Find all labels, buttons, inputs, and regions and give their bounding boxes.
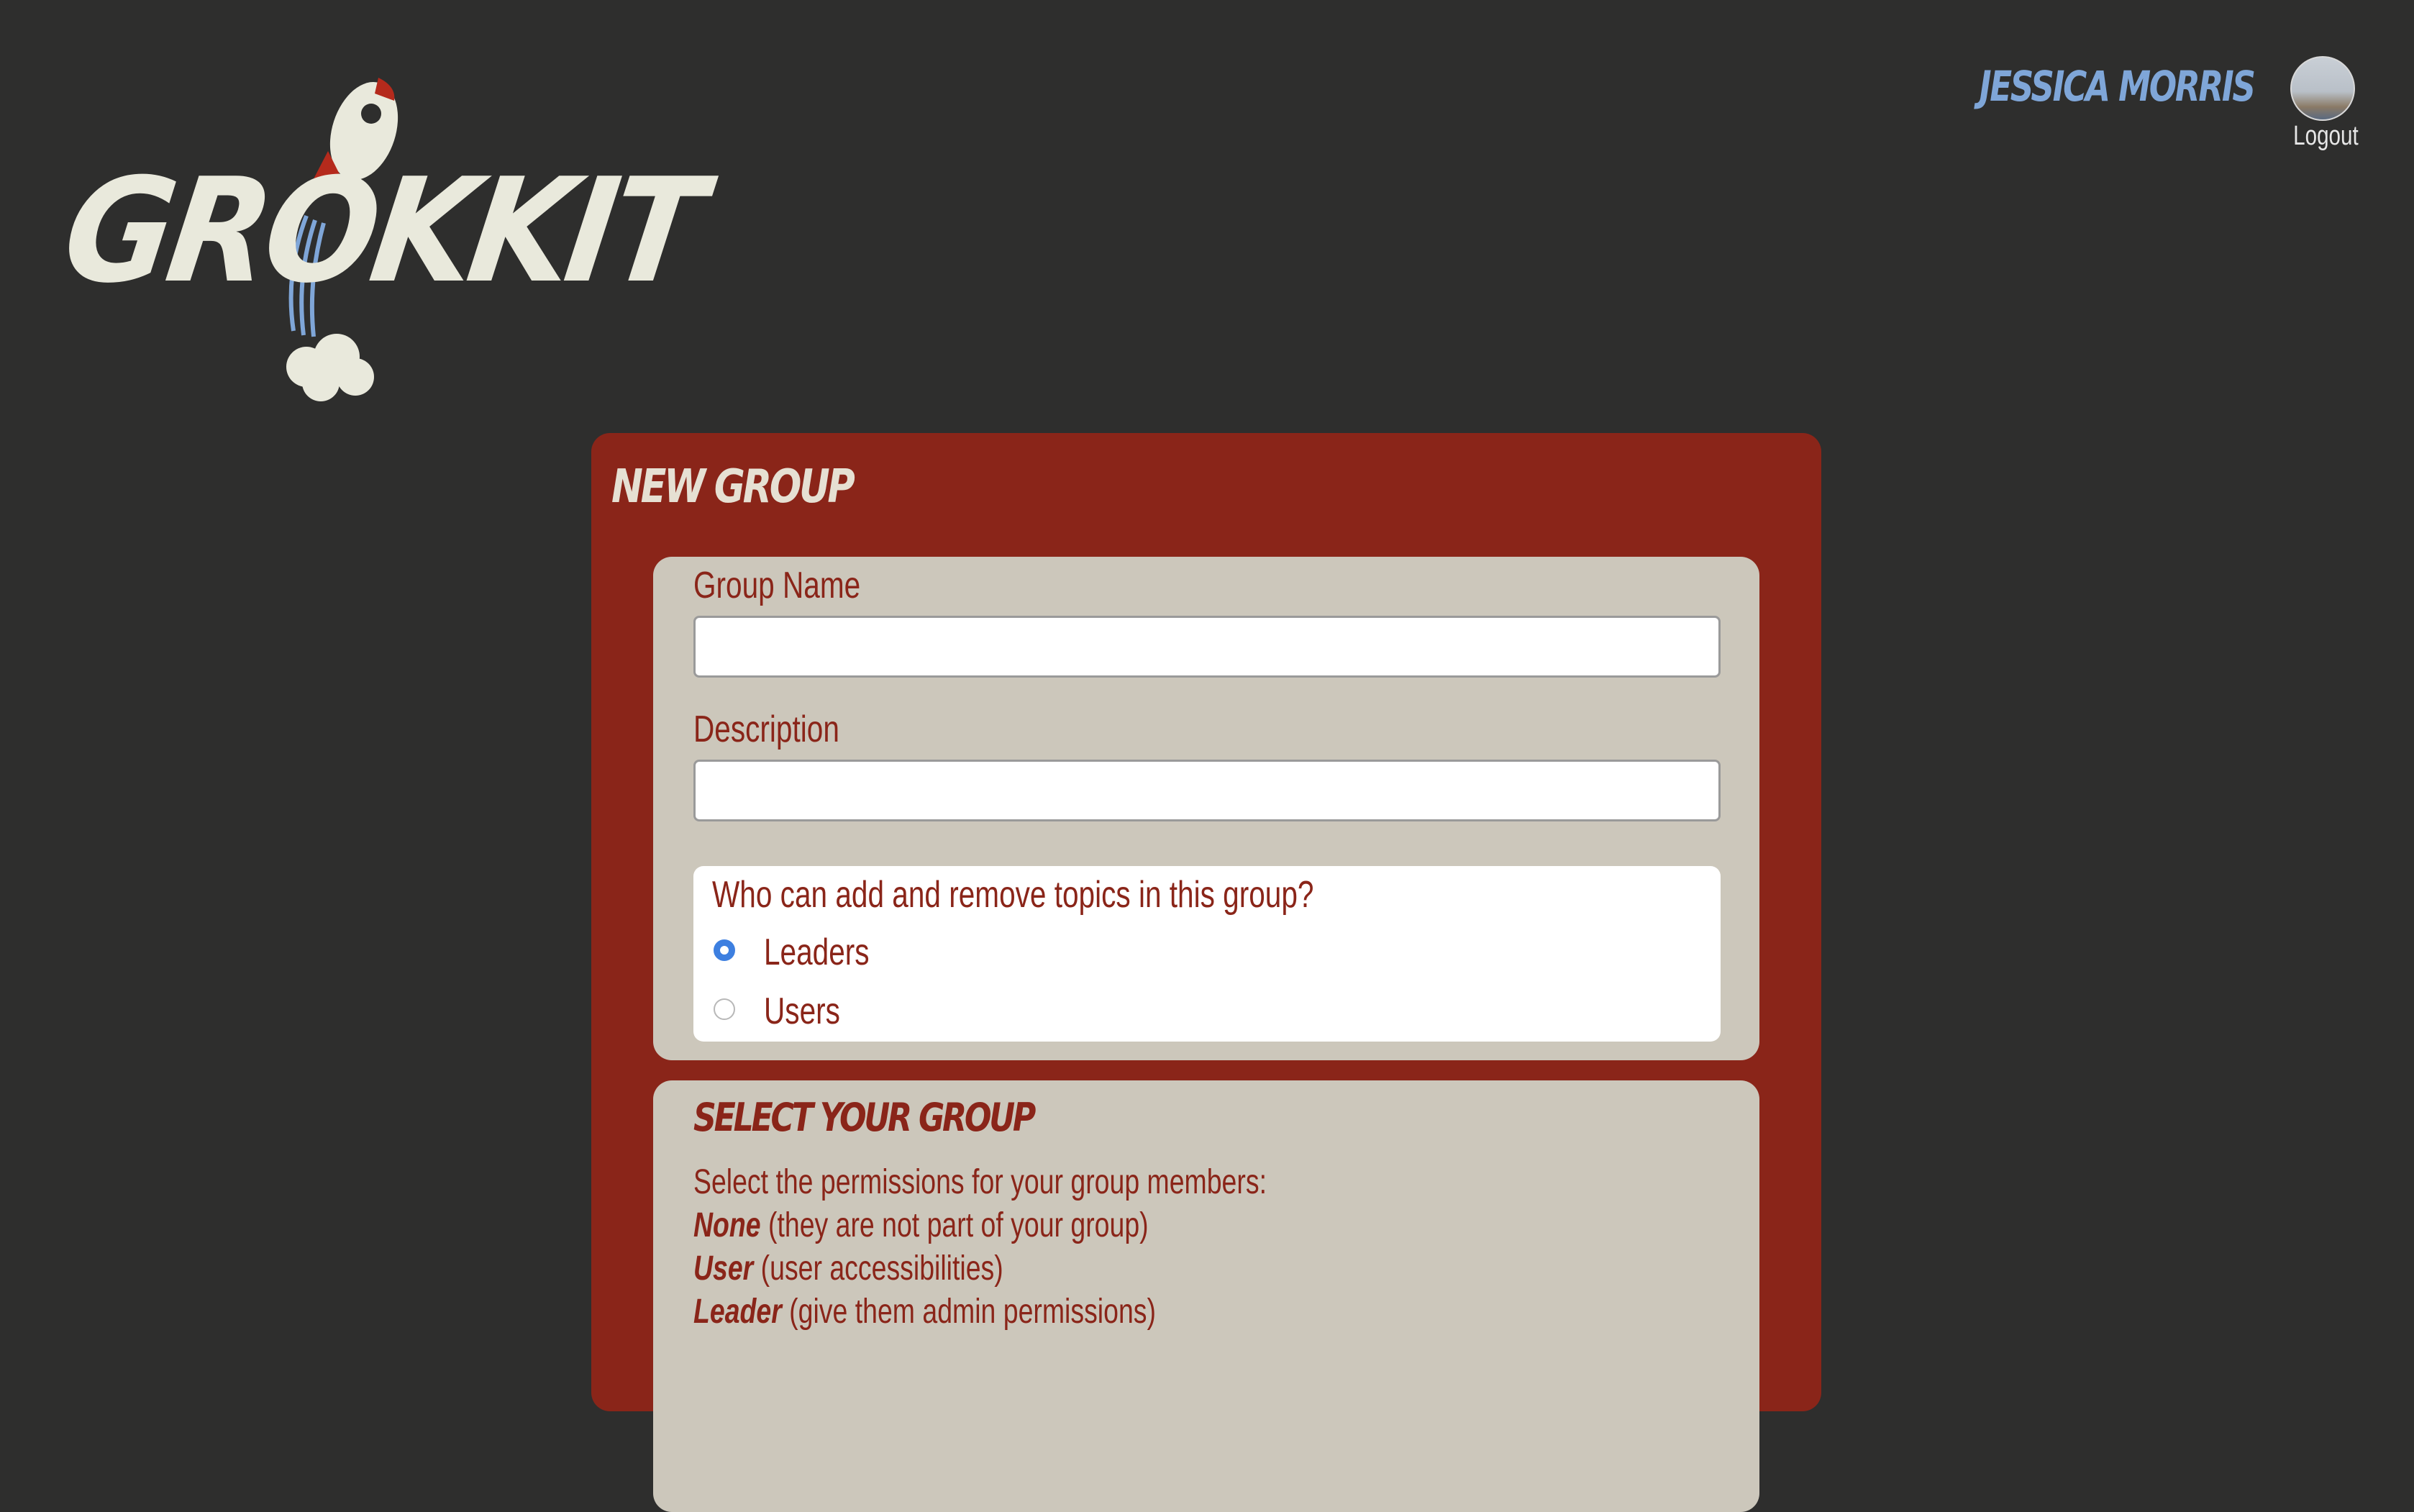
radio-label-users[interactable]: Users (764, 990, 840, 1033)
permission-leader: Leader (give them admin permissions) (693, 1292, 1156, 1331)
logo-text: GROKKIT (54, 147, 709, 315)
topic-permission-group: Who can add and remove topics in this gr… (693, 866, 1721, 1042)
grokkit-logo[interactable]: GROKKIT (55, 72, 709, 403)
avatar[interactable] (2290, 56, 2355, 121)
permission-desc: (user accessibilities) (760, 1249, 1003, 1288)
description-label: Description (693, 709, 839, 750)
group-name-label: Group Name (693, 565, 861, 606)
user-name[interactable]: JESSICA MORRIS (1980, 62, 2256, 111)
description-input[interactable] (693, 760, 1721, 821)
radio-button-users[interactable] (714, 998, 735, 1020)
topic-permission-question: Who can add and remove topics in this gr… (712, 874, 1314, 916)
new-group-panel: NEW GROUP Group Name Description Who can… (591, 433, 1821, 1512)
permission-none: None (they are not part of your group) (693, 1206, 1149, 1245)
permission-desc: (they are not part of your group) (768, 1206, 1149, 1244)
group-form-card: Group Name Description Who can add and r… (653, 557, 1759, 1060)
select-group-card: SELECT YOUR GROUP Select the permissions… (653, 1080, 1759, 1512)
radio-button-leaders[interactable] (714, 939, 735, 961)
permission-name: Leader (693, 1293, 782, 1331)
permission-desc: (give them admin permissions) (789, 1293, 1156, 1331)
radio-label-leaders[interactable]: Leaders (764, 931, 870, 974)
group-name-input[interactable] (693, 616, 1721, 678)
permissions-intro: Select the permissions for your group me… (693, 1163, 1267, 1201)
permission-user: User (user accessibilities) (693, 1249, 1003, 1288)
permission-name: None (693, 1206, 761, 1244)
select-group-title: SELECT YOUR GROUP (693, 1095, 1036, 1140)
page-title: NEW GROUP (611, 460, 855, 514)
logout-link[interactable]: Logout (2293, 121, 2359, 152)
permission-name: User (693, 1249, 754, 1288)
